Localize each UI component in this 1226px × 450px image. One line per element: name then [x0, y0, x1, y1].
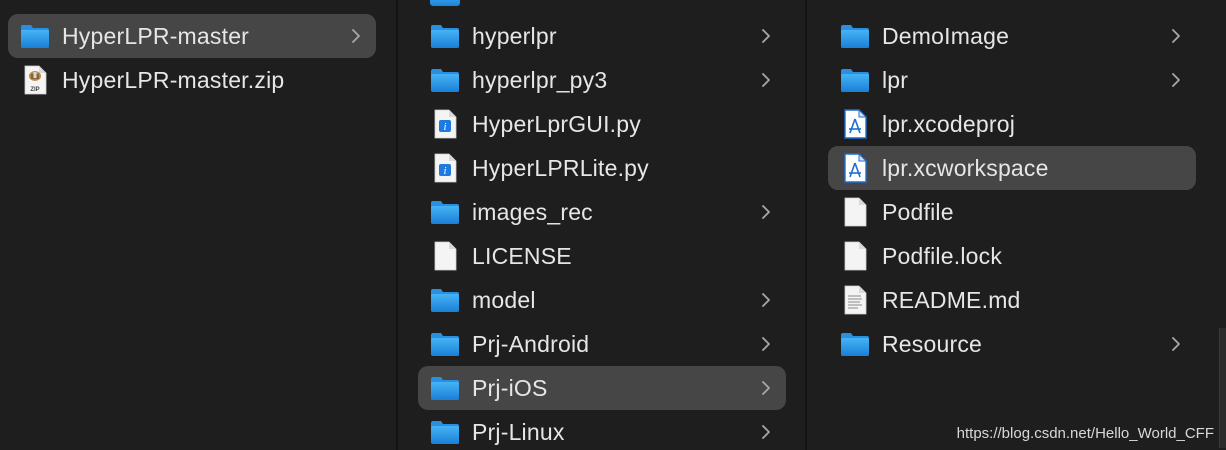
file-name-label: HyperLPRLite.py	[472, 154, 649, 181]
file-name-label: HyperLprGUI.py	[472, 110, 641, 137]
python-file-icon: i	[430, 109, 460, 139]
file-row[interactable]: hyperlpr_py3	[418, 58, 786, 102]
file-row[interactable]: Podfile	[828, 190, 1196, 234]
window-edge-scrollbar[interactable]	[1219, 328, 1226, 448]
document-icon	[430, 241, 460, 271]
file-name-label: hyperlpr	[472, 22, 557, 49]
file-name-label: model	[472, 286, 536, 313]
file-name-label: HyperLPR-master	[62, 22, 250, 49]
file-row[interactable]: Prj-Android	[418, 322, 786, 366]
xcode-project-icon	[840, 109, 870, 139]
text-document-icon	[840, 285, 870, 315]
folder-icon	[840, 329, 870, 359]
file-name-label: Podfile	[882, 198, 954, 225]
file-name-label: LICENSE	[472, 242, 572, 269]
file-row[interactable]: lpr.xcodeproj	[828, 102, 1196, 146]
folder-icon	[430, 417, 460, 447]
chevron-right-icon	[350, 28, 362, 44]
file-name-label: lpr	[882, 66, 909, 93]
chevron-right-icon	[760, 204, 772, 220]
zip-archive-icon: ZIP	[20, 65, 50, 95]
document-icon	[840, 241, 870, 271]
folder-icon	[840, 65, 870, 95]
file-row[interactable]: DemoImage	[828, 14, 1196, 58]
file-row[interactable]: Podfile.lock	[828, 234, 1196, 278]
file-name-label: HyperLPR-master.zip	[62, 66, 285, 93]
folder-icon	[430, 21, 460, 51]
chevron-right-icon	[1170, 28, 1182, 44]
chevron-right-icon	[760, 424, 772, 440]
column-3[interactable]: DemoImage lpr lpr.xcodeproj lpr.xcworkspace…	[807, 0, 1226, 450]
folder-icon	[840, 21, 870, 51]
file-name-label: Prj-iOS	[472, 374, 548, 401]
file-row[interactable]: Prj-iOS	[418, 366, 786, 410]
python-file-icon: i	[430, 153, 460, 183]
chevron-right-icon	[760, 28, 772, 44]
file-name-label: Prj-Linux	[472, 418, 565, 445]
folder-icon	[430, 329, 460, 359]
file-name-label: lpr.xcworkspace	[882, 154, 1049, 181]
file-row[interactable]: images_rec	[418, 190, 786, 234]
file-name-label: lpr.xcodeproj	[882, 110, 1016, 137]
chevron-right-icon	[1170, 72, 1182, 88]
file-row[interactable]: HyperLPR-master	[8, 14, 376, 58]
file-name-label: DemoImage	[882, 22, 1010, 49]
file-name-label: images_rec	[472, 198, 593, 225]
file-row[interactable]: model	[418, 278, 786, 322]
partially-visible-folder-icon	[430, 0, 460, 6]
file-row[interactable]: LICENSE	[418, 234, 786, 278]
file-name-label: Podfile.lock	[882, 242, 1003, 269]
file-row[interactable]: i HyperLprGUI.py	[418, 102, 786, 146]
file-row[interactable]: Prj-Linux	[418, 410, 786, 450]
column-1[interactable]: HyperLPR-master ZIP HyperLPR-master.zip	[0, 0, 397, 450]
chevron-right-icon	[760, 72, 772, 88]
file-row[interactable]: README.md	[828, 278, 1196, 322]
file-row[interactable]: hyperlpr	[418, 14, 786, 58]
folder-icon	[430, 65, 460, 95]
chevron-right-icon	[760, 380, 772, 396]
watermark-text: https://blog.csdn.net/Hello_World_CFF	[956, 425, 1214, 442]
file-row[interactable]: lpr	[828, 58, 1196, 102]
file-row[interactable]: i HyperLPRLite.py	[418, 146, 786, 190]
folder-icon	[430, 373, 460, 403]
file-name-label: Prj-Android	[472, 330, 590, 357]
file-row[interactable]: ZIP HyperLPR-master.zip	[8, 58, 376, 102]
folder-icon	[20, 21, 50, 51]
svg-text:i: i	[443, 121, 446, 133]
file-row[interactable]: lpr.xcworkspace	[828, 146, 1196, 190]
file-name-label: README.md	[882, 286, 1021, 313]
file-name-label: hyperlpr_py3	[472, 66, 608, 93]
chevron-right-icon	[760, 292, 772, 308]
chevron-right-icon	[760, 336, 772, 352]
folder-icon	[430, 285, 460, 315]
svg-text:i: i	[443, 165, 446, 177]
finder-column-browser: HyperLPR-master ZIP HyperLPR-master.zip hy…	[0, 0, 1226, 450]
chevron-right-icon	[1170, 336, 1182, 352]
column-2[interactable]: hyperlpr hyperlpr_py3i HyperLprGUI.py i Hype…	[398, 0, 806, 450]
svg-text:ZIP: ZIP	[30, 87, 39, 93]
folder-icon	[430, 197, 460, 227]
file-name-label: Resource	[882, 330, 983, 357]
file-row[interactable]: Resource	[828, 322, 1196, 366]
document-icon	[840, 197, 870, 227]
xcode-project-icon	[840, 153, 870, 183]
